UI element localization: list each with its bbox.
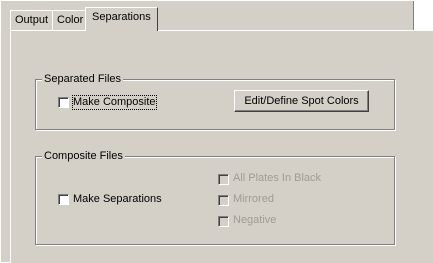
separated-files-group: Separated Files Make Composite Edit/Defi… [35, 73, 395, 130]
all-plates-in-black-label: All Plates In Black [233, 172, 322, 184]
make-separations-label[interactable]: Make Separations [73, 193, 162, 206]
mirrored-label: Mirrored [233, 193, 274, 205]
tab-separations[interactable]: Separations [85, 7, 158, 31]
negative-checkbox[interactable] [218, 216, 229, 227]
separated-files-legend: Separated Files [42, 73, 124, 86]
composite-files-legend: Composite Files [42, 150, 125, 163]
tab-color[interactable]: Color [52, 10, 89, 30]
tab-output-label: Output [15, 14, 49, 26]
mirrored-checkbox[interactable] [218, 195, 229, 206]
make-composite-label[interactable]: Make Composite [72, 95, 157, 110]
make-composite-checkbox[interactable] [58, 97, 69, 108]
all-plates-in-black-checkbox[interactable] [218, 174, 229, 185]
print-options-dialog: Output Color Separations Separated Files… [0, 0, 433, 263]
tab-color-label: Color [57, 14, 84, 26]
make-separations-checkbox[interactable] [58, 194, 69, 205]
negative-label: Negative [233, 214, 277, 226]
edit-define-spot-colors-button[interactable]: Edit/Define Spot Colors [234, 90, 369, 112]
edit-define-spot-colors-label: Edit/Define Spot Colors [244, 95, 359, 107]
composite-files-group: Composite Files Make Separations All Pla… [35, 150, 395, 245]
tab-separations-label: Separations [92, 11, 151, 23]
separations-panel: Separated Files Make Composite Edit/Defi… [10, 30, 433, 263]
tab-output[interactable]: Output [10, 10, 54, 30]
